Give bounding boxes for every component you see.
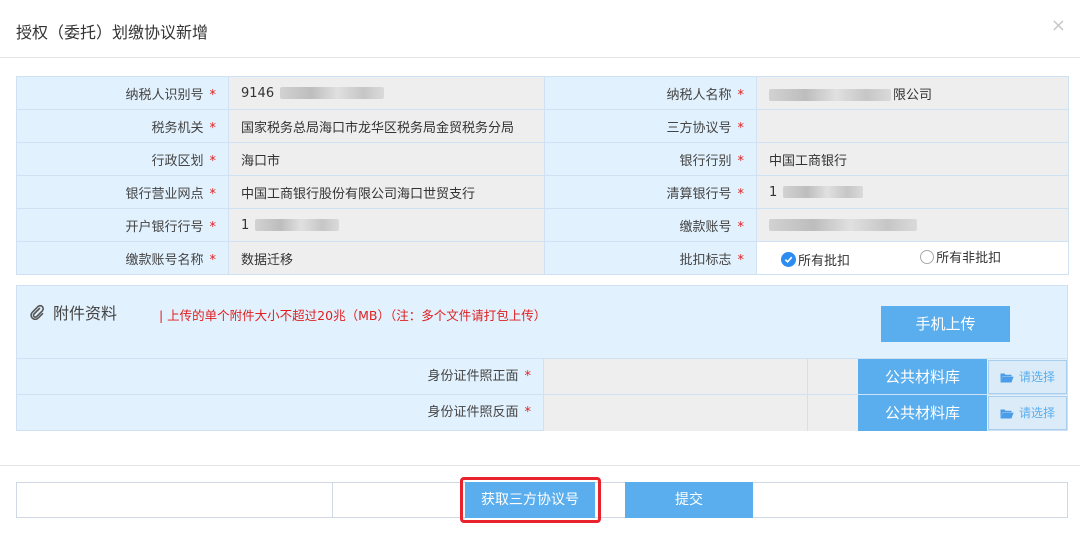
attachment-row-id-back: 身份证件照反面 * 公共材料库 请选择: [17, 394, 1067, 431]
account-bank-no-field[interactable]: 1: [228, 208, 545, 242]
label-taxpayer-name: 纳税人名称 *: [544, 76, 757, 110]
label-payment-account: 缴款账号 *: [544, 208, 757, 242]
tax-office-field[interactable]: 国家税务总局海口市龙华区税务局金贸税务分局: [228, 109, 545, 143]
paperclip-icon: [29, 304, 45, 320]
taxpayer-id-field[interactable]: 9146: [228, 76, 545, 110]
bank-type-field[interactable]: 中国工商银行: [756, 142, 1069, 176]
redacted-mask: [280, 87, 385, 99]
folder-open-icon: [1000, 408, 1014, 419]
mobile-upload-button[interactable]: 手机上传: [881, 306, 1010, 342]
label-id-front: 身份证件照正面 *: [427, 369, 531, 384]
account-name-field[interactable]: 数据迁移: [228, 241, 545, 275]
label-account-bank-no: 开户银行行号 *: [16, 208, 229, 242]
form-row-region: 行政区划 * 海口市 银行行别 * 中国工商银行: [16, 142, 1069, 176]
folder-open-icon: [1000, 372, 1014, 383]
agreement-no-field[interactable]: [756, 109, 1069, 143]
modal-header: 授权（委托）划缴协议新增 ×: [0, 0, 1080, 58]
attachments-header: | 上传的单个附件大小不超过20兆（MB）（注：多个文件请打包上传） 附件资料 …: [17, 286, 1067, 358]
redacted-mask: [783, 186, 864, 198]
label-agreement-no: 三方协议号 *: [544, 109, 757, 143]
get-agreement-no-button[interactable]: 获取三方协议号: [465, 482, 595, 518]
id-front-file-field[interactable]: [543, 359, 808, 395]
deduct-flag-field: 所有批扣 所有非批扣: [756, 241, 1069, 275]
label-id-back: 身份证件照反面 *: [427, 405, 531, 420]
form-row-taxpayer: 纳税人识别号 * 9146 纳税人名称 * 限公司: [16, 76, 1069, 110]
label-account-name: 缴款账号名称 *: [16, 241, 229, 275]
submit-button[interactable]: 提交: [625, 482, 753, 518]
radio-all-batch[interactable]: 所有批扣: [781, 250, 850, 269]
label-bank-type: 银行行别 *: [544, 142, 757, 176]
label-taxpayer-id: 纳税人识别号 *: [16, 76, 229, 110]
choose-file-button-front[interactable]: 请选择: [988, 360, 1067, 394]
attachments-title: 附件资料: [29, 300, 117, 324]
label-bank-branch: 银行营业网点 *: [16, 175, 229, 209]
payment-account-field[interactable]: [756, 208, 1069, 242]
taxpayer-name-field[interactable]: 限公司: [756, 76, 1069, 110]
agreement-form: 纳税人识别号 * 9146 纳税人名称 * 限公司 税务机关 * 国家税务总局海口市龙…: [16, 76, 1069, 275]
label-region: 行政区划 *: [16, 142, 229, 176]
label-deduct-flag: 批扣标志 *: [544, 241, 757, 275]
id-back-file-field[interactable]: [543, 395, 808, 431]
public-library-button-back[interactable]: 公共材料库: [858, 395, 987, 431]
modal-title: 授权（委托）划缴协议新增: [16, 23, 209, 42]
choose-file-button-back[interactable]: 请选择: [988, 396, 1067, 430]
form-row-tax-office: 税务机关 * 国家税务总局海口市龙华区税务局金贸税务分局 三方协议号 *: [16, 109, 1069, 143]
bank-branch-field[interactable]: 中国工商银行股份有限公司海口世贸支行: [228, 175, 545, 209]
radio-checked-icon: [781, 251, 796, 267]
form-row-branch: 银行营业网点 * 中国工商银行股份有限公司海口世贸支行 清算银行号 * 1: [16, 175, 1069, 209]
redacted-mask: [769, 89, 891, 101]
close-icon[interactable]: ×: [1051, 17, 1066, 35]
attachments-panel: | 上传的单个附件大小不超过20兆（MB）（注：多个文件请打包上传） 附件资料 …: [16, 285, 1068, 431]
radio-all-non-batch[interactable]: 所有非批扣: [920, 247, 1001, 266]
radio-unchecked-icon: [920, 249, 935, 264]
attachment-row-id-front: 身份证件照正面 * 公共材料库 请选择: [17, 358, 1067, 395]
clearing-bank-no-field[interactable]: 1: [756, 175, 1069, 209]
form-row-account-name: 缴款账号名称 * 数据迁移 批扣标志 * 所有批扣 所有非批扣: [16, 241, 1069, 275]
region-field[interactable]: 海口市: [228, 142, 545, 176]
label-tax-office: 税务机关 *: [16, 109, 229, 143]
form-row-account-bank: 开户银行行号 * 1 缴款账号 *: [16, 208, 1069, 242]
public-library-button-front[interactable]: 公共材料库: [858, 359, 987, 395]
label-clearing-bank-no: 清算银行号 *: [544, 175, 757, 209]
redacted-mask: [255, 219, 340, 231]
redacted-mask: [769, 219, 917, 231]
